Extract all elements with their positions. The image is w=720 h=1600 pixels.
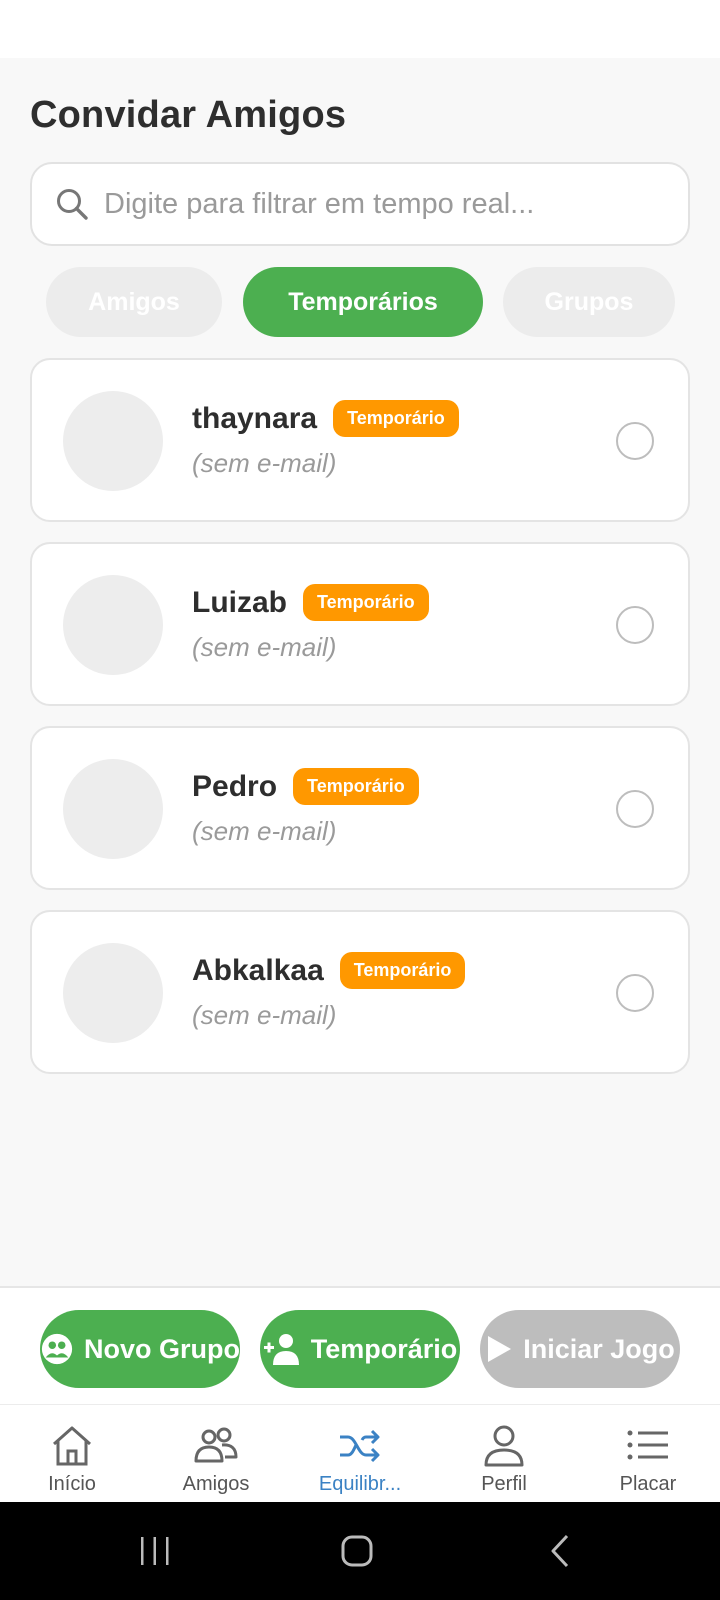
- temporary-label: Temporário: [310, 1333, 458, 1364]
- action-bar: Novo Grupo Temporário Iniciar Jogo: [0, 1286, 720, 1404]
- contact-name: thaynara: [192, 401, 318, 435]
- temporary-badge: Temporário: [303, 584, 429, 621]
- start-game-button[interactable]: Iniciar Jogo: [480, 1310, 680, 1388]
- home-button[interactable]: [322, 1502, 392, 1600]
- nav-label: Equilibr...: [318, 1473, 402, 1495]
- page-title: Convidar Amigos: [30, 94, 347, 136]
- contact-card[interactable]: Abkalkaa Temporário (sem e-mail): [30, 910, 690, 1074]
- tab-grupos[interactable]: Grupos: [503, 267, 675, 337]
- nav-label: Perfil: [481, 1473, 527, 1495]
- contact-card[interactable]: thaynara Temporário (sem e-mail): [30, 358, 690, 522]
- status-bar: [0, 0, 720, 58]
- person-icon: [484, 1425, 524, 1467]
- contact-email: (sem e-mail): [192, 1000, 337, 1030]
- home-icon: [53, 1426, 91, 1466]
- group-icon: [41, 1333, 73, 1365]
- bottom-nav: Início Amigos Equilibr... Perfil Placar: [0, 1404, 720, 1502]
- list-icon: [627, 1430, 668, 1460]
- contact-name: Abkalkaa: [192, 953, 324, 987]
- play-icon: [488, 1336, 512, 1362]
- shuffle-icon: [340, 1429, 380, 1463]
- select-radio[interactable]: [616, 790, 654, 828]
- add-person-icon: [263, 1334, 299, 1365]
- contact-card[interactable]: Pedro Temporário (sem e-mail): [30, 726, 690, 890]
- nav-item-perfil[interactable]: Perfil: [432, 1405, 576, 1503]
- nav-item-equilibrar[interactable]: Equilibr...: [288, 1405, 432, 1503]
- recent-apps-icon: [141, 1537, 169, 1565]
- new-group-label: Novo Grupo: [84, 1333, 240, 1364]
- nav-item-inicio[interactable]: Início: [0, 1405, 144, 1503]
- system-nav-bar: [0, 1502, 720, 1600]
- people-icon: [194, 1427, 238, 1463]
- nav-item-amigos[interactable]: Amigos: [144, 1405, 288, 1503]
- recent-apps-button[interactable]: [120, 1502, 190, 1600]
- tab-amigos[interactable]: Amigos: [46, 267, 222, 337]
- home-circle-icon: [341, 1535, 373, 1567]
- select-radio[interactable]: [616, 974, 654, 1012]
- back-chevron-icon: [551, 1534, 569, 1568]
- avatar: [63, 759, 163, 859]
- contact-email: (sem e-mail): [192, 632, 337, 662]
- nav-label: Início: [48, 1473, 96, 1495]
- contact-name: Pedro: [192, 769, 278, 803]
- contact-email: (sem e-mail): [192, 816, 337, 846]
- temporary-badge: Temporário: [339, 952, 466, 989]
- search-input[interactable]: [104, 187, 664, 221]
- select-radio[interactable]: [616, 422, 654, 460]
- search-icon: [57, 189, 88, 220]
- search-box[interactable]: [30, 162, 690, 246]
- avatar: [63, 575, 163, 675]
- nav-label: Amigos: [182, 1473, 250, 1495]
- nav-label: Placar: [619, 1473, 677, 1495]
- temporary-badge: Temporário: [333, 400, 459, 437]
- temporary-button[interactable]: Temporário: [260, 1310, 460, 1388]
- temporary-badge: Temporário: [293, 768, 419, 805]
- select-radio[interactable]: [616, 606, 654, 644]
- nav-item-placar[interactable]: Placar: [576, 1405, 720, 1503]
- contact-name: Luizab: [192, 585, 287, 619]
- avatar: [63, 391, 163, 491]
- back-button[interactable]: [525, 1502, 595, 1600]
- avatar: [63, 943, 163, 1043]
- start-game-label: Iniciar Jogo: [523, 1333, 675, 1364]
- contact-email: (sem e-mail): [192, 448, 337, 478]
- contact-card[interactable]: Luizab Temporário (sem e-mail): [30, 542, 690, 706]
- tab-temporarios[interactable]: Temporários: [243, 267, 483, 337]
- new-group-button[interactable]: Novo Grupo: [40, 1310, 240, 1388]
